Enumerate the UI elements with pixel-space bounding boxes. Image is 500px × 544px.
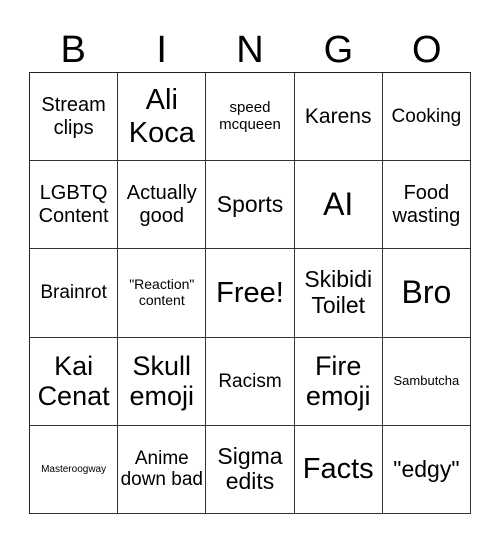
bingo-grid: Stream clips Ali Koca speed mcqueen Kare… — [29, 72, 471, 514]
bingo-cell[interactable]: Anime down bad — [118, 425, 207, 514]
bingo-cell[interactable]: Fire emoji — [294, 337, 383, 426]
bingo-cell[interactable]: Bro — [382, 249, 471, 338]
bingo-cell[interactable]: Actually good — [118, 161, 207, 250]
bingo-cell[interactable]: Masteroogway — [30, 425, 119, 514]
bingo-cell[interactable]: "edgy" — [382, 425, 471, 514]
free-space-cell[interactable]: Free! — [206, 249, 295, 338]
bingo-cell[interactable]: "Reaction" content — [118, 249, 207, 338]
bingo-cell[interactable]: Racism — [206, 337, 295, 426]
header-letter-n: N — [236, 29, 264, 71]
bingo-cell[interactable]: Sports — [206, 161, 295, 250]
bingo-cell[interactable]: Ali Koca — [118, 73, 207, 162]
bingo-cell[interactable]: speed mcqueen — [206, 73, 295, 162]
bingo-cell[interactable]: Brainrot — [30, 249, 119, 338]
bingo-cell[interactable]: LGBTQ Content — [30, 161, 119, 250]
bingo-cell[interactable]: Sambutcha — [382, 337, 471, 426]
bingo-header: B I N G O — [29, 28, 471, 72]
bingo-cell[interactable]: AI — [294, 161, 383, 250]
header-letter-b: B — [60, 29, 86, 71]
bingo-cell[interactable]: Kai Cenat — [30, 337, 119, 426]
bingo-cell[interactable]: Stream clips — [30, 73, 119, 162]
header-letter-i: I — [156, 29, 167, 71]
header-letter-o: O — [412, 29, 442, 71]
bingo-cell[interactable]: Facts — [294, 425, 383, 514]
bingo-cell[interactable]: Karens — [294, 73, 383, 162]
bingo-cell[interactable]: Skull emoji — [118, 337, 207, 426]
bingo-cell[interactable]: Cooking — [382, 73, 471, 162]
bingo-cell[interactable]: Skibidi Toilet — [294, 249, 383, 338]
header-letter-g: G — [323, 29, 354, 71]
bingo-cell[interactable]: Food wasting — [382, 161, 471, 250]
bingo-cell[interactable]: Sigma edits — [206, 425, 295, 514]
